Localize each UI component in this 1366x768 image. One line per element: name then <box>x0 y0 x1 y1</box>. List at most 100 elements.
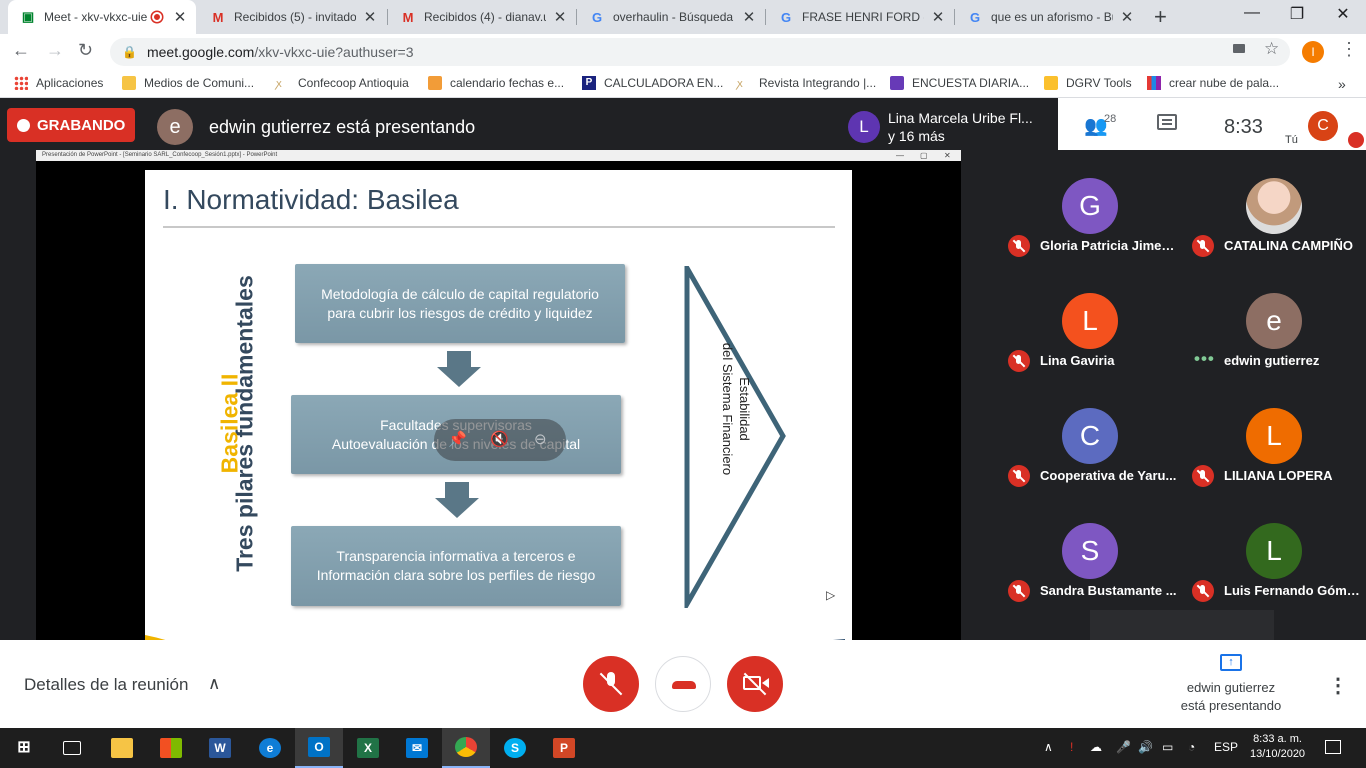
taskbar-edge[interactable]: e <box>246 728 294 768</box>
taskbar-powerpoint[interactable]: P <box>540 728 588 768</box>
tab-gmail-1[interactable]: M Recibidos (5) - invitado ✕ <box>198 0 386 34</box>
ppt-minimize-icon: — <box>896 151 904 160</box>
taskbar-file-explorer[interactable] <box>98 728 146 768</box>
close-tab-icon[interactable]: ✕ <box>172 8 188 26</box>
close-tab-icon[interactable]: ✕ <box>552 8 568 26</box>
address-bar[interactable]: 🔒 meet.google.com /xkv-vkxc-uie?authuser… <box>110 38 1290 66</box>
close-tab-icon[interactable]: ✕ <box>1119 8 1135 26</box>
browser-tab-strip: ▣ Meet - xkv-vkxc-uie ✕ M Recibidos (5) … <box>0 0 1366 34</box>
notifications-icon[interactable] <box>1325 740 1341 754</box>
bookmark-star-icon[interactable]: ☆ <box>1264 39 1279 59</box>
meeting-clock: 8:33 <box>1224 116 1263 138</box>
self-avatar[interactable]: C <box>1308 111 1338 141</box>
reload-icon[interactable]: ↻ <box>78 40 93 61</box>
more-bookmarks-button[interactable]: » <box>1338 76 1346 92</box>
tab-google-aforismo[interactable]: G que es un aforismo - Bu ✕ <box>955 0 1143 34</box>
store-icon <box>160 738 182 758</box>
close-tab-icon[interactable]: ✕ <box>930 8 946 26</box>
participant-tile[interactable]: L Luis Fernando Góme... <box>1182 495 1366 610</box>
minimize-button[interactable]: — <box>1229 4 1275 22</box>
close-window-button[interactable]: ✕ <box>1320 4 1366 24</box>
chat-icon[interactable] <box>1157 114 1177 130</box>
arrow-head <box>435 498 479 518</box>
microphone-icon[interactable]: 🎤 <box>1116 740 1131 754</box>
taskbar-mail[interactable]: ✉ <box>393 728 441 768</box>
bookmark-calendario[interactable]: calendario fechas e... <box>428 76 564 90</box>
mic-muted-icon <box>1192 465 1214 487</box>
pin-icon[interactable]: 📌 <box>448 430 467 448</box>
mute-audio-icon[interactable]: 🔇 <box>490 430 509 448</box>
toggle-mic-button[interactable] <box>583 656 639 712</box>
show-hidden-icons[interactable]: ∧ <box>1044 740 1053 754</box>
participant-tile[interactable]: e ••• edwin gutierrez <box>1182 265 1366 380</box>
url-host: meet.google.com <box>146 44 255 60</box>
close-tab-icon[interactable]: ✕ <box>741 8 757 26</box>
excel-icon: X <box>357 738 379 758</box>
present-screen-icon[interactable]: ↑ <box>1220 654 1242 671</box>
tab-google-frase[interactable]: G FRASE HENRI FORD - B ✕ <box>766 0 954 34</box>
presentation-overlay-controls[interactable]: 📌 🔇 ⊖ <box>434 419 566 461</box>
taskbar-store[interactable] <box>147 728 195 768</box>
others-summary[interactable]: L Lina Marcela Uribe Fl... y 16 más <box>840 98 1058 150</box>
you-label: Tú <box>1285 134 1298 146</box>
participant-tile[interactable]: L Lina Gaviria <box>998 265 1182 380</box>
meeting-details-button[interactable]: Detalles de la reunión <box>24 675 188 695</box>
bookmark-revista[interactable]: ꭗ Revista Integrando |... <box>737 76 876 90</box>
taskbar-excel[interactable]: X <box>344 728 392 768</box>
bookmark-apps[interactable]: Aplicaciones <box>14 76 103 90</box>
onedrive-icon[interactable]: ☁ <box>1090 740 1102 754</box>
maximize-button[interactable]: ❐ <box>1274 4 1320 24</box>
participant-tile[interactable]: S Sandra Bustamante ... <box>998 495 1182 610</box>
alert-icon[interactable]: ! <box>1070 740 1073 754</box>
bookmark-dgrv[interactable]: DGRV Tools <box>1044 76 1132 90</box>
presenting-status[interactable]: edwin gutierrez está presentando <box>1150 679 1312 715</box>
tab-gmail-2[interactable]: M Recibidos (4) - dianav.u ✕ <box>388 0 576 34</box>
participant-grid: G Gloria Patricia Jimen... CATALINA CAMP… <box>998 150 1366 610</box>
leave-call-button[interactable] <box>655 656 711 712</box>
participant-tile[interactable]: CATALINA CAMPIÑO <box>1182 150 1366 265</box>
site-icon: ꭗ <box>737 78 743 90</box>
new-tab-button[interactable]: + <box>1154 4 1167 30</box>
task-view-button[interactable] <box>48 728 96 768</box>
remove-icon[interactable]: ⊖ <box>534 430 547 448</box>
pillar-3-line2: Información clara sobre los perfiles de … <box>316 567 596 583</box>
back-arrow-icon[interactable]: ← <box>12 40 30 61</box>
bookmark-label: Aplicaciones <box>36 76 104 90</box>
battery-icon[interactable]: ▭ <box>1162 740 1173 754</box>
bookmark-confecoop[interactable]: ꭗ Confecoop Antioquia <box>276 76 409 90</box>
more-options-icon[interactable]: ⋮ <box>1328 673 1348 698</box>
profile-avatar[interactable]: I <box>1302 41 1324 63</box>
camera-in-use-icon[interactable] <box>1233 44 1245 53</box>
bookmark-nube[interactable]: crear nube de pala... <box>1147 76 1279 90</box>
tab-meet[interactable]: ▣ Meet - xkv-vkxc-uie ✕ <box>8 0 196 34</box>
bookmark-medios[interactable]: Medios de Comuni... <box>122 76 254 90</box>
toggle-camera-button[interactable] <box>727 656 783 712</box>
forward-arrow-icon[interactable]: → <box>46 40 64 61</box>
triangle-label: Estabilidad del Sistema Financiero <box>719 314 753 504</box>
google-icon: G <box>591 9 603 25</box>
windows-taskbar: ⊞ W e O X ✉ S P ∧ ! ☁ 🎤 🔊 ▭ ◔ ESP 8:33 a… <box>0 728 1366 768</box>
input-language[interactable]: ESP <box>1214 740 1238 754</box>
others-text: Lina Marcela Uribe Fl... y 16 más <box>888 109 1033 145</box>
taskbar-word[interactable]: W <box>196 728 244 768</box>
taskbar-outlook[interactable]: O <box>295 728 343 768</box>
taskbar-skype[interactable]: S <box>491 728 539 768</box>
browser-menu-icon[interactable]: ⋮ <box>1340 39 1358 60</box>
taskbar-chrome[interactable] <box>442 728 490 768</box>
system-clock[interactable]: 8:33 a. m. 13/10/2020 <box>1250 732 1305 762</box>
participant-tile[interactable]: G Gloria Patricia Jimen... <box>998 150 1182 265</box>
wifi-icon[interactable]: ◔ <box>1188 740 1195 754</box>
tab-google-overhaulin[interactable]: G overhaulin - Búsqueda ✕ <box>577 0 765 34</box>
pillar-1-line2: para cubrir los riesgos de crédito y liq… <box>327 304 593 321</box>
triangle-line2: del Sistema Financiero <box>720 342 735 476</box>
bookmark-calculadora[interactable]: P CALCULADORA EN... <box>582 76 723 90</box>
participant-tile[interactable]: C Cooperativa de Yaru... <box>998 380 1182 495</box>
close-tab-icon[interactable]: ✕ <box>362 8 378 26</box>
browser-toolbar: ← → ↻ 🔒 meet.google.com /xkv-vkxc-uie?au… <box>0 34 1366 70</box>
mail-icon: ✉ <box>406 738 428 758</box>
volume-icon[interactable]: 🔊 <box>1138 740 1153 754</box>
participant-tile[interactable]: L LILIANA LOPERA <box>1182 380 1366 495</box>
bookmark-encuesta[interactable]: ENCUESTA DIARIA... <box>890 76 1029 90</box>
start-button[interactable]: ⊞ <box>0 728 48 768</box>
chevron-up-icon[interactable]: ∧ <box>208 674 220 694</box>
